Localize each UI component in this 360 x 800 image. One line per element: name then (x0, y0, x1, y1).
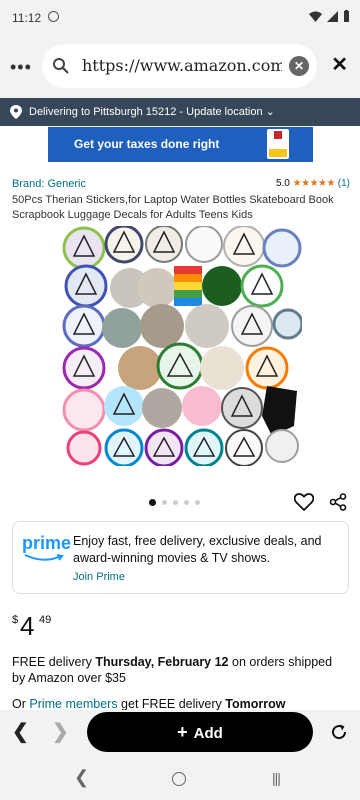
carousel-dot[interactable] (173, 500, 178, 505)
prime-members-link[interactable]: Prime members (29, 697, 117, 710)
prime-members-delivery: Or Prime members get FREE delivery Tomor… (12, 696, 347, 710)
members-suffix: get FREE delivery (117, 697, 226, 710)
image-carousel-dots (149, 499, 200, 506)
carousel-dot[interactable] (195, 500, 200, 505)
brand-link[interactable]: Brand: Generic (12, 178, 86, 190)
prime-logo: prime (22, 533, 72, 553)
system-back-icon[interactable]: ❮ (74, 768, 89, 786)
rating-stars: ★★★★★ (292, 178, 336, 189)
ad-banner[interactable]: Get your taxes done right (48, 127, 313, 162)
add-to-cart-button[interactable]: + Add (87, 712, 313, 752)
delivery-location-text: Delivering to Pittsburgh 15212 - Update … (29, 106, 275, 118)
delivery-date: Thursday, February 12 (95, 655, 229, 669)
carousel-dot[interactable] (184, 500, 189, 505)
join-prime-link[interactable]: Join Prime (73, 571, 125, 583)
brand-rating-row: Brand: Generic 5.0 ★★★★★ (1) (12, 178, 350, 192)
delivery-info: FREE delivery Thursday, February 12 on o… (12, 654, 347, 686)
wifi-icon (309, 11, 322, 22)
system-home-icon[interactable] (172, 772, 186, 786)
url-text[interactable]: https://www.amazon.com (82, 56, 282, 75)
url-field[interactable]: https://www.amazon.com ✕ (42, 44, 317, 88)
members-prefix: Or (12, 697, 30, 710)
ad-logo-mark (274, 131, 282, 139)
ad-logo-footer (269, 149, 287, 157)
carousel-dot[interactable] (162, 500, 167, 505)
rating-value: 5.0 (275, 178, 290, 189)
price-whole: 4 (20, 611, 35, 641)
search-icon (53, 58, 69, 74)
signal-icon (327, 10, 338, 22)
sticker-grid (62, 226, 302, 466)
ad-text: Get your taxes done right (74, 137, 220, 151)
prime-description: Enjoy fast, free delivery, exclusive dea… (73, 534, 322, 565)
reload-icon[interactable] (330, 723, 348, 741)
product-title: 50Pcs Therian Stickers,for Laptop Water … (12, 194, 334, 221)
status-icons (309, 10, 350, 22)
rating-count: (1) (337, 178, 350, 189)
delivery-location-bar[interactable]: Delivering to Pittsburgh 15212 - Update … (0, 98, 360, 126)
bottom-action-bar: ❮ ❯ + Add (0, 710, 360, 758)
close-icon[interactable]: ✕ (331, 55, 348, 75)
members-date: Tomorrow (225, 697, 286, 710)
clear-url-icon[interactable]: ✕ (289, 56, 309, 76)
delivery-prefix: FREE delivery (12, 655, 96, 669)
product-image[interactable] (62, 226, 302, 466)
battery-icon (344, 10, 349, 22)
heart-icon[interactable] (294, 493, 314, 511)
browser-toolbar: ••• https://www.amazon.com ✕ ✕ (0, 36, 360, 98)
location-pin-icon (10, 105, 22, 119)
share-icon[interactable] (329, 493, 347, 511)
add-button-label: Add (193, 725, 223, 742)
status-bar: 11:12 (0, 0, 360, 36)
forward-icon[interactable]: ❯ (52, 722, 69, 742)
system-recents-icon[interactable]: ||| (272, 771, 281, 785)
cast-icon (48, 11, 59, 22)
more-horizontal-icon[interactable]: ••• (10, 58, 32, 76)
back-icon[interactable]: ❮ (12, 722, 29, 742)
rating[interactable]: 5.0 ★★★★★ (1) (276, 178, 350, 189)
plus-icon: + (177, 722, 188, 742)
system-navigation-bar: ❮ ||| (0, 758, 360, 800)
price-currency: $ (12, 614, 19, 626)
status-time: 11:12 (12, 11, 42, 25)
price-fraction: 49 (39, 614, 52, 626)
carousel-dot[interactable] (149, 499, 156, 506)
prime-smile-icon (24, 554, 64, 561)
prime-promo[interactable]: prime Enjoy fast, free delivery, exclusi… (12, 521, 349, 594)
